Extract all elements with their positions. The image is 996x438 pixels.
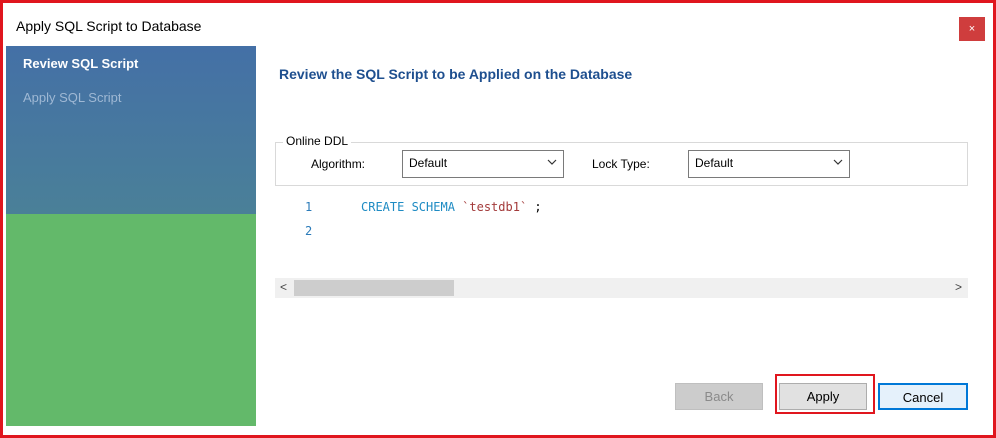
algorithm-label: Algorithm: [311,157,366,171]
algorithm-select[interactable]: Default [402,150,564,178]
lock-type-select[interactable]: Default [688,150,850,178]
horizontal-scrollbar[interactable]: < > [275,278,968,298]
back-button[interactable]: Back [675,383,763,410]
sql-identifier: `testdb1` [462,200,528,214]
close-icon: × [968,23,976,35]
title-bar: Apply SQL Script to Database [3,3,993,43]
sql-keyword: CREATE SCHEMA [361,200,455,214]
sidebar-item-apply-sql-script[interactable]: Apply SQL Script [23,90,122,105]
chevron-down-icon [547,159,557,165]
line-number: 2 [305,224,313,238]
algorithm-value: Default [409,156,448,170]
scroll-left-icon[interactable]: < [280,280,287,294]
chevron-down-icon [833,159,843,165]
sidebar-steps-panel [6,46,256,214]
line-number: 1 [305,200,313,214]
sql-editor[interactable]: 1 CREATE SCHEMA `testdb1` ; 2 [275,192,968,272]
scrollbar-thumb[interactable] [294,280,454,296]
sidebar-item-review-sql-script[interactable]: Review SQL Script [23,56,138,71]
close-button[interactable]: × [959,17,985,41]
apply-button[interactable]: Apply [779,383,867,410]
scroll-right-icon[interactable]: > [955,280,962,294]
wizard-sidebar: Review SQL Script Apply SQL Script [6,46,256,426]
page-title: Review the SQL Script to be Applied on t… [279,66,633,82]
sql-terminator: ; [534,200,542,214]
lock-type-value: Default [695,156,734,170]
code-line: CREATE SCHEMA `testdb1` ; [361,200,542,214]
sidebar-decoration [6,214,256,426]
cancel-button[interactable]: Cancel [878,383,968,410]
window-title: Apply SQL Script to Database [16,18,202,34]
online-ddl-legend: Online DDL [283,134,352,148]
lock-type-label: Lock Type: [592,157,650,171]
